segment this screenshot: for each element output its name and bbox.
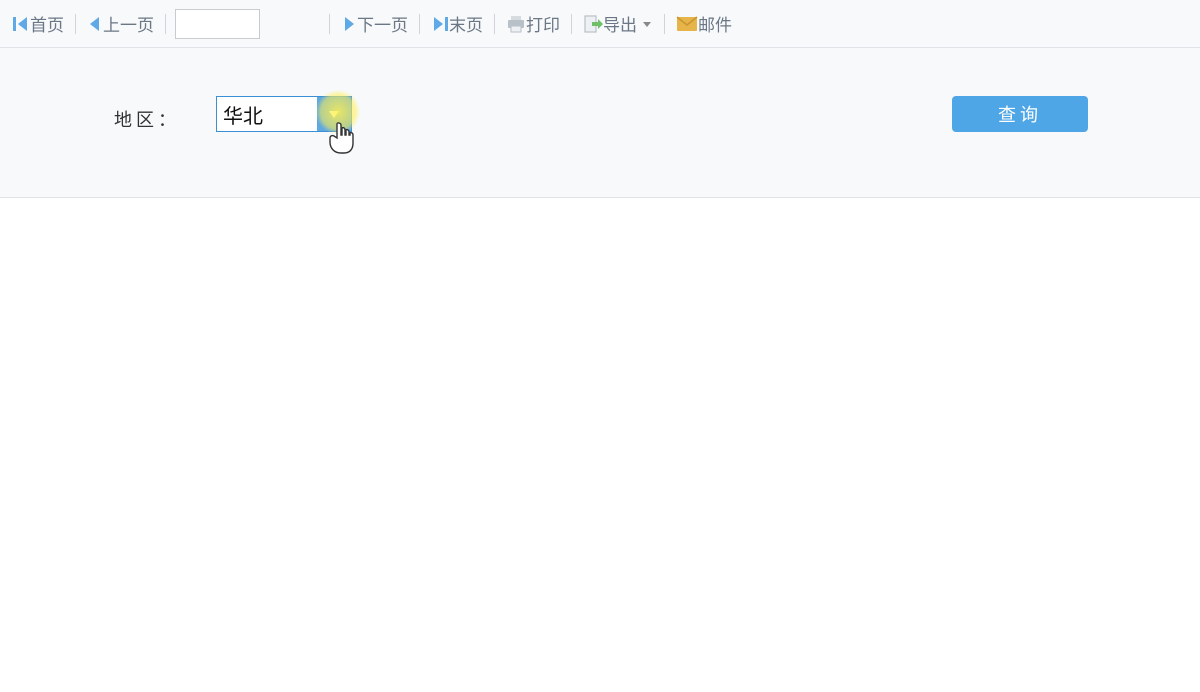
divider [329,14,330,34]
export-icon [583,14,603,34]
mail-button[interactable]: 邮件 [670,7,738,40]
region-label: 地区： [114,106,180,132]
last-page-icon [431,15,449,33]
print-label: 打印 [526,11,560,36]
divider [75,14,76,34]
printer-icon [506,14,526,34]
toolbar: 首页 上一页 下一页 末页 打印 [0,0,1200,48]
export-label: 导出 [603,11,637,36]
query-button[interactable]: 查询 [952,96,1088,132]
divider [664,14,665,34]
prev-page-label: 上一页 [103,11,154,36]
page-number-input[interactable] [175,9,260,39]
content-area [0,198,1200,692]
mail-icon [676,16,698,32]
first-page-label: 首页 [30,11,64,36]
next-page-button[interactable]: 下一页 [335,7,414,40]
prev-page-button[interactable]: 上一页 [81,7,160,40]
last-page-button[interactable]: 末页 [425,7,489,40]
caret-down-icon [641,18,653,30]
region-input[interactable] [217,97,317,131]
divider [165,14,166,34]
print-button[interactable]: 打印 [500,7,566,40]
divider [419,14,420,34]
region-dropdown-trigger[interactable] [317,97,351,131]
divider [494,14,495,34]
divider [571,14,572,34]
first-page-button[interactable]: 首页 [6,7,70,40]
last-page-label: 末页 [449,11,483,36]
first-page-icon [12,15,30,33]
export-button[interactable]: 导出 [577,7,659,40]
prev-page-icon [87,15,103,33]
mail-label: 邮件 [698,11,732,36]
next-page-label: 下一页 [357,11,408,36]
filter-bar: 地区： 查询 [0,48,1200,198]
next-page-icon [341,15,357,33]
chevron-down-icon [328,109,340,119]
region-combo [216,96,352,132]
